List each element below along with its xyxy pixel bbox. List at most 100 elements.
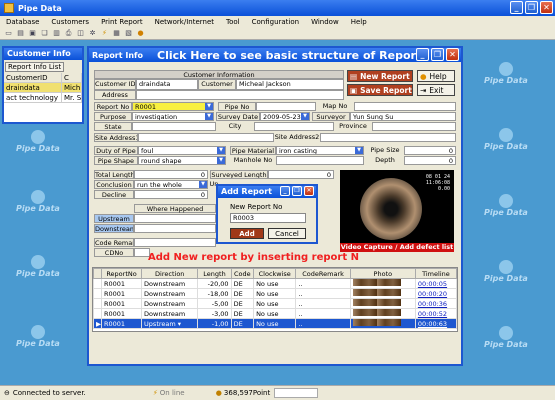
duty-select[interactable]: foul ▼: [138, 146, 226, 155]
report-info-list-button[interactable]: Report Info List: [5, 61, 65, 72]
close-button[interactable]: ✕: [304, 186, 314, 196]
column-header[interactable]: CustomerID: [4, 73, 62, 82]
video-capture-button[interactable]: Video Capture / Add defect list: [340, 243, 454, 252]
dropdown-arrow-icon[interactable]: ▼: [355, 147, 363, 154]
purpose-select[interactable]: investigation ▼: [132, 112, 214, 121]
preview-icon[interactable]: ◫: [76, 29, 85, 38]
manhole-no-field[interactable]: [276, 156, 364, 165]
chart-icon[interactable]: ▧: [124, 29, 133, 38]
pipe-size-field[interactable]: 0: [404, 146, 456, 155]
structure-banner-link[interactable]: Click Here to see basic structure of Rep…: [157, 49, 421, 62]
video-capture-panel[interactable]: 08 01 24 11:06:08 0.00 Video Capture / A…: [340, 170, 454, 252]
help-button[interactable]: ● Help: [417, 70, 455, 82]
dropdown-arrow-icon[interactable]: ▼: [301, 113, 309, 120]
timeline-link[interactable]: 00:00:36: [414, 298, 458, 309]
print-icon[interactable]: ⎙: [64, 29, 73, 38]
photo-thumbnail[interactable]: [349, 278, 416, 289]
upstream-field[interactable]: [134, 214, 216, 223]
dropdown-arrow-icon[interactable]: ▼: [217, 147, 225, 154]
decline-field[interactable]: 0: [134, 190, 208, 199]
save-report-button[interactable]: ▣ Save Report: [347, 84, 413, 96]
photo-thumbnail[interactable]: [349, 308, 416, 319]
column-header[interactable]: ReportNo: [100, 268, 143, 279]
dropdown-arrow-icon[interactable]: ▼: [217, 157, 225, 164]
table-row[interactable]: R0001 Downstream -5,00 DE No use .. 00:0…: [93, 298, 458, 309]
column-header[interactable]: C: [62, 73, 82, 82]
new-report-no-input[interactable]: R0003: [230, 213, 306, 223]
site-address1-field[interactable]: [138, 133, 274, 142]
survey-date-field[interactable]: 2009-05-23 ▼: [260, 112, 310, 121]
report-no-field[interactable]: R0001 ▼: [132, 102, 214, 111]
paste-icon[interactable]: ▥: [52, 29, 61, 38]
add-button[interactable]: Add: [230, 228, 264, 239]
restore-button[interactable]: ❐: [431, 48, 444, 61]
site-address2-field[interactable]: [320, 133, 456, 142]
direction-select[interactable]: Upstream ▾: [141, 318, 199, 329]
minimize-button[interactable]: _: [416, 48, 429, 61]
surveyor-field[interactable]: Yun Sung Su: [350, 112, 456, 121]
help-icon[interactable]: ●: [136, 29, 145, 38]
table-row-selected[interactable]: ▶ R0001 Upstream ▾ -1,00 DE No use .. 00…: [93, 318, 458, 329]
menu-configuration[interactable]: Configuration: [252, 18, 299, 26]
conclusion-select[interactable]: run the whole ▼: [134, 180, 208, 189]
settings-icon[interactable]: ✲: [88, 29, 97, 38]
city-field[interactable]: [254, 122, 334, 131]
total-length-field[interactable]: 0: [134, 170, 208, 179]
menu-tool[interactable]: Tool: [226, 18, 240, 26]
column-header[interactable]: Code: [230, 268, 255, 279]
exit-button[interactable]: ⇥ Exit: [417, 84, 455, 96]
column-header[interactable]: CodeRemark: [295, 268, 351, 279]
menu-print-report[interactable]: Print Report: [101, 18, 143, 26]
new-icon[interactable]: ▭: [4, 29, 13, 38]
pipe-material-select[interactable]: iron casting ▼: [276, 146, 364, 155]
minimize-button[interactable]: _: [280, 186, 290, 196]
restore-button[interactable]: ❐: [525, 1, 538, 14]
table-row[interactable]: act technology Mr. S: [4, 93, 82, 103]
map-no-field[interactable]: [354, 102, 456, 111]
customer-field[interactable]: Micheal Jackson: [236, 79, 344, 90]
table-row[interactable]: draindata Mich: [4, 83, 82, 93]
minimize-button[interactable]: _: [510, 1, 523, 14]
save-icon[interactable]: ▣: [28, 29, 37, 38]
close-button[interactable]: ✕: [540, 1, 553, 14]
cancel-button[interactable]: Cancel: [268, 228, 306, 239]
surveyed-length-field[interactable]: 0: [268, 170, 334, 179]
downstream-field[interactable]: [134, 224, 216, 233]
table-row[interactable]: R0001 Downstream -3,00 DE No use .. 00:0…: [93, 308, 458, 319]
close-button[interactable]: ✕: [446, 48, 459, 61]
pipe-shape-select[interactable]: round shape ▼: [138, 156, 226, 165]
timeline-link[interactable]: 00:00:05: [414, 278, 458, 289]
photo-thumbnail[interactable]: [349, 318, 416, 329]
province-field[interactable]: [372, 122, 456, 131]
address-field[interactable]: [136, 90, 344, 100]
dropdown-arrow-icon[interactable]: ▼: [205, 113, 213, 120]
state-field[interactable]: [132, 122, 216, 131]
column-header[interactable]: Direction: [141, 268, 199, 279]
restore-button[interactable]: ❐: [292, 186, 302, 196]
timeline-link[interactable]: 00:00:20: [414, 288, 458, 299]
menu-network[interactable]: Network/Internet: [155, 18, 214, 26]
code-remark-field[interactable]: [134, 238, 216, 247]
dropdown-arrow-icon[interactable]: ▼: [199, 181, 207, 188]
menu-customers[interactable]: Customers: [51, 18, 89, 26]
open-icon[interactable]: ▤: [16, 29, 25, 38]
dropdown-arrow-icon[interactable]: ▼: [205, 103, 213, 110]
customer-id-field[interactable]: draindata: [136, 79, 198, 90]
column-header[interactable]: Length: [197, 268, 232, 279]
photo-thumbnail[interactable]: [349, 298, 416, 309]
photo-thumbnail[interactable]: [349, 288, 416, 299]
timeline-link[interactable]: 00:00:52: [414, 308, 458, 319]
column-header[interactable]: Timeline: [414, 268, 458, 279]
menu-help[interactable]: Help: [351, 18, 367, 26]
table-row[interactable]: R0001 Downstream -20,00 DE No use .. 00:…: [93, 278, 458, 289]
copy-icon[interactable]: ❏: [40, 29, 49, 38]
report-icon[interactable]: ▦: [112, 29, 121, 38]
menu-window[interactable]: Window: [311, 18, 339, 26]
column-header[interactable]: Photo: [349, 268, 416, 279]
pipe-no-field[interactable]: [256, 102, 316, 111]
new-report-button[interactable]: ▤ New Report: [347, 70, 413, 82]
table-row[interactable]: R0001 Downstream -18,00 DE No use .. 00:…: [93, 288, 458, 299]
menu-database[interactable]: Database: [6, 18, 39, 26]
column-header[interactable]: Clockwise: [253, 268, 297, 279]
lightning-icon[interactable]: ⚡: [100, 29, 109, 38]
